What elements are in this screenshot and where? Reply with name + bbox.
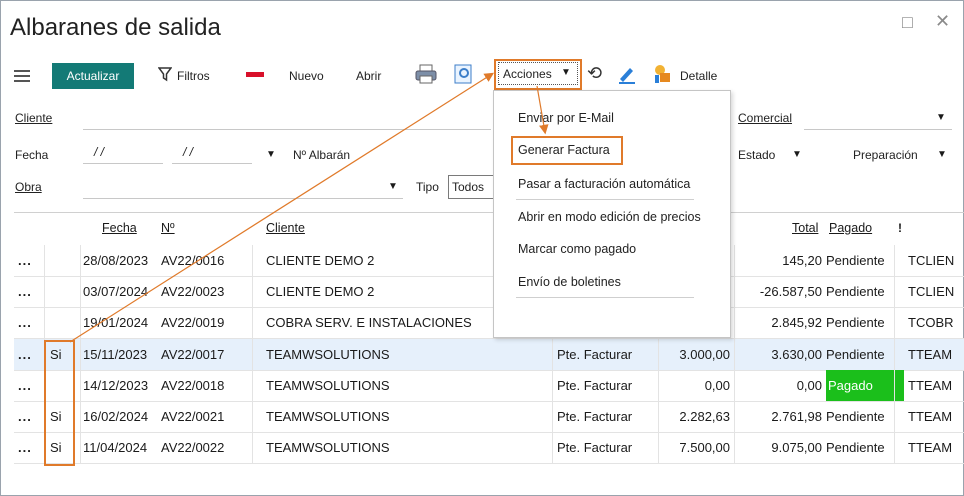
arrow-acciones-to-generar: [536, 85, 549, 135]
arrow-si-to-acciones: [69, 72, 495, 343]
annotation-arrows: [69, 72, 549, 343]
